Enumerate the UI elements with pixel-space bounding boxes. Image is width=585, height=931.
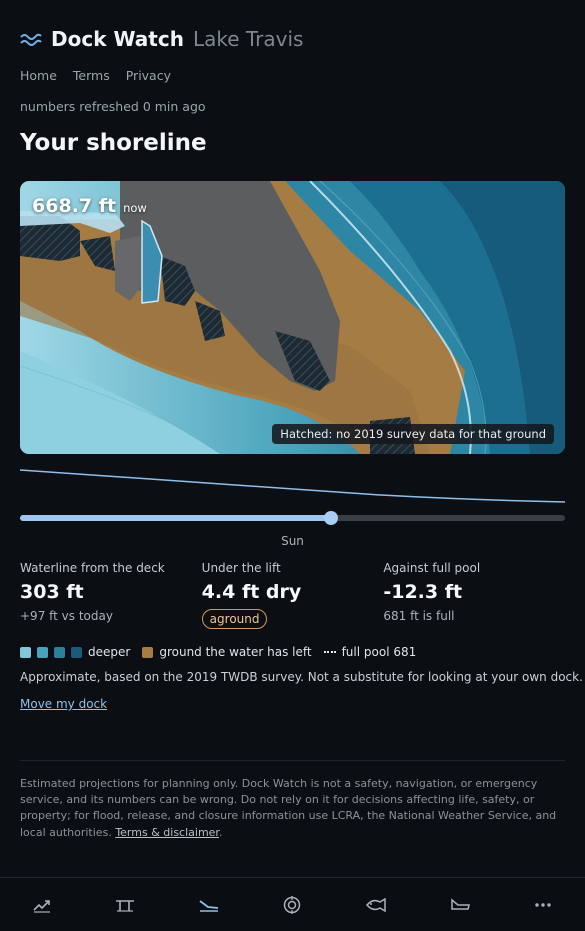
stat-value: -12.3 ft (383, 581, 463, 603)
target-icon (284, 895, 301, 914)
level-suffix: now (123, 201, 147, 215)
bottom-tab-bar (0, 877, 585, 931)
stat-waterline: Waterline from the deck 303 ft +97 ft vs… (20, 561, 202, 629)
stat-sub: +97 ft vs today (20, 609, 113, 623)
tab-more[interactable] (523, 890, 563, 920)
map-canvas (20, 181, 565, 454)
legend-ground: ground the water has left (159, 645, 312, 659)
nav-terms[interactable]: Terms (73, 68, 110, 83)
stat-label: Waterline from the deck (20, 561, 165, 575)
stat-full-pool: Against full pool -12.3 ft 681 ft is ful… (383, 561, 565, 629)
stat-label: Under the lift (201, 561, 281, 575)
stat-value: 303 ft (20, 581, 84, 603)
tab-fish[interactable] (356, 890, 396, 920)
slider-fill (20, 515, 331, 521)
trend-icon (33, 899, 50, 913)
depth-swatch (71, 646, 82, 658)
tab-target[interactable] (272, 890, 312, 920)
app-title: Dock Watch (51, 27, 184, 51)
approximation-note: Approximate, based on the 2019 TWDB surv… (20, 670, 583, 684)
stat-lift: Under the lift 4.4 ft dry aground (201, 561, 384, 629)
top-nav: Home Terms Privacy (20, 68, 565, 83)
terms-disclaimer-link[interactable]: Terms & disclaimer (115, 826, 219, 839)
tab-shoreline[interactable] (189, 890, 229, 920)
disclaimer: Estimated projections for planning only.… (20, 776, 565, 841)
boat-icon (450, 897, 470, 910)
slider-thumb[interactable] (323, 511, 338, 525)
stat-label: Against full pool (383, 561, 481, 575)
disclaimer-end: . (218, 825, 223, 839)
stat-value: 4.4 ft dry (201, 581, 302, 603)
stats-row: Waterline from the deck 303 ft +97 ft vs… (20, 561, 565, 629)
disclaimer-text: Estimated projections for planning only.… (20, 777, 557, 839)
nav-home[interactable]: Home (20, 68, 57, 83)
legend-full-pool: full pool 681 (341, 645, 417, 659)
refresh-status: numbers refreshed 0 min ago (20, 99, 206, 114)
stat-sub: 681 ft is full (383, 609, 455, 623)
full-pool-line-icon (323, 651, 336, 653)
map-legend: deeper ground the water has left full po… (20, 645, 416, 659)
shoreline-icon (199, 899, 218, 912)
move-dock-link[interactable]: Move my dock (20, 697, 107, 711)
tab-trend[interactable] (22, 890, 62, 920)
tab-dock[interactable] (105, 890, 145, 920)
divider (20, 760, 565, 761)
hatch-note: Hatched: no 2019 survey data for that gr… (272, 424, 554, 444)
depth-swatch (37, 646, 48, 658)
tab-boat[interactable] (440, 890, 480, 920)
slider-day-label: Sun (281, 534, 304, 548)
fish-icon (366, 897, 386, 912)
more-icon (535, 902, 551, 907)
brand[interactable]: Dock Watch Lake Travis (20, 26, 565, 52)
ground-swatch (142, 646, 154, 658)
lake-name: Lake Travis (192, 27, 304, 51)
level-trend-line (20, 469, 565, 503)
page-title: Your shoreline (20, 130, 207, 156)
wave-logo-icon (20, 33, 42, 46)
current-level: 668.7 ft now (32, 195, 147, 217)
shoreline-map[interactable]: 668.7 ft now Hatched: no 2019 survey dat… (20, 181, 565, 454)
depth-swatch (54, 646, 65, 658)
nav-privacy[interactable]: Privacy (126, 68, 171, 83)
level-value: 668.7 ft (32, 195, 117, 217)
status-badge: aground (201, 609, 268, 629)
legend-deeper: deeper (88, 645, 131, 659)
day-slider[interactable] (20, 510, 565, 526)
dock-icon (116, 899, 135, 912)
header: Dock Watch Lake Travis Home Terms Privac… (20, 26, 565, 114)
depth-swatch (20, 646, 31, 658)
